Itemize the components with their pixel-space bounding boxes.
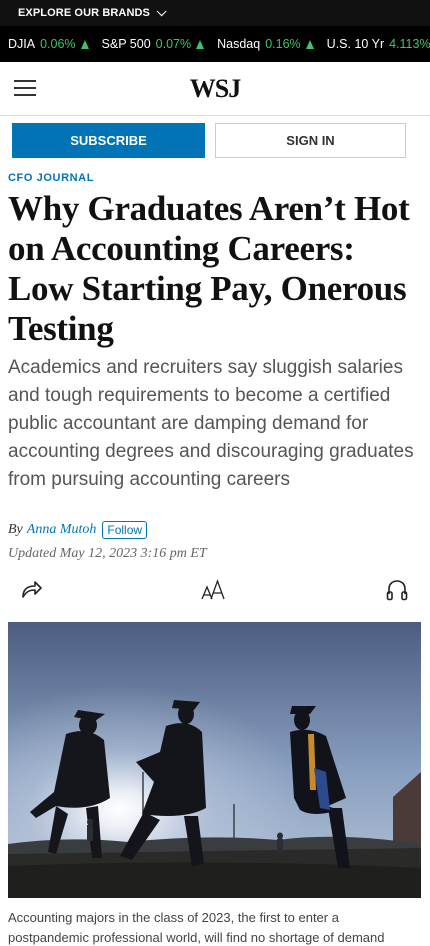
sign-in-button[interactable]: SIGN IN — [215, 123, 406, 158]
ticker-item[interactable]: S&P 500 0.07% — [102, 37, 205, 51]
headphones-icon[interactable] — [386, 578, 408, 607]
byline-prefix: By — [8, 522, 23, 537]
text-size-icon[interactable] — [200, 578, 226, 607]
graduates-photo — [8, 622, 421, 898]
explore-brands-bar[interactable]: EXPLORE OUR BRANDS — [0, 0, 430, 26]
auth-bar: SUBSCRIBE SIGN IN — [0, 116, 430, 158]
ticker-symbol: Nasdaq — [217, 37, 261, 51]
ticker-symbol: U.S. 10 Yr — [326, 37, 385, 51]
ticker-symbol: S&P 500 — [101, 37, 151, 51]
ticker-change: 0.16% — [265, 37, 301, 51]
author-link[interactable]: Anna Mutoh — [27, 522, 97, 538]
ticker-change: 0.07% — [155, 37, 192, 51]
arrow-up-icon — [196, 39, 205, 49]
ticker-symbol: DJIA — [8, 37, 36, 51]
market-ticker: DJIA 0.06% S&P 500 0.07% Nasdaq 0.16% U.… — [0, 26, 430, 62]
ticker-item[interactable]: U.S. 10 Yr 4.113% — [327, 37, 430, 51]
ticker-item[interactable]: DJIA 0.06% — [8, 37, 89, 51]
explore-brands-label: EXPLORE OUR BRANDS — [18, 7, 150, 19]
masthead: WSJ — [0, 62, 430, 116]
arrow-up-icon — [305, 39, 314, 49]
image-caption: Accounting majors in the class of 2023, … — [8, 910, 385, 945]
ticker-change: 4.113% — [389, 37, 430, 51]
section-label[interactable]: CFO JOURNAL — [8, 172, 94, 184]
menu-icon[interactable] — [14, 80, 36, 96]
article-dek: Academics and recruiters say sluggish sa… — [8, 357, 414, 490]
article-headline: Why Graduates Aren’t Hot on Accounting C… — [8, 189, 410, 348]
chevron-down-icon — [156, 5, 167, 16]
subscribe-button[interactable]: SUBSCRIBE — [12, 123, 205, 158]
wsj-logo[interactable]: WSJ — [190, 74, 241, 104]
share-icon[interactable] — [20, 578, 44, 605]
arrow-up-icon — [80, 39, 89, 49]
article-timestamp: Updated May 12, 2023 3:16 pm ET — [8, 546, 207, 561]
follow-button[interactable]: Follow — [102, 521, 148, 539]
article-toolbar — [0, 576, 430, 606]
hero-image[interactable] — [8, 622, 421, 898]
byline: By Anna Mutoh Follow — [8, 521, 148, 539]
ticker-item[interactable]: Nasdaq 0.16% — [217, 37, 314, 51]
ticker-change: 0.06% — [40, 37, 76, 51]
